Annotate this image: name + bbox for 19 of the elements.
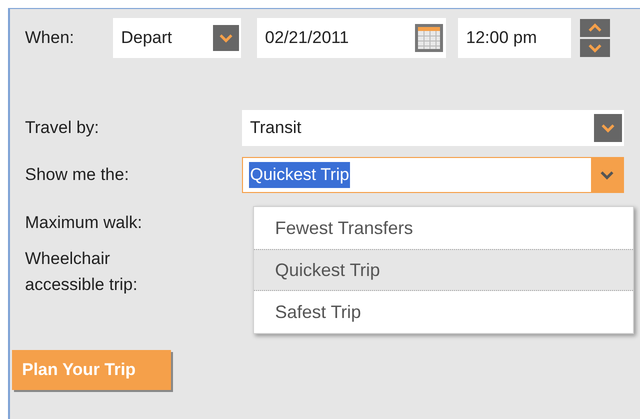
when-label: When: bbox=[25, 27, 76, 50]
dropdown-option[interactable]: Safest Trip bbox=[254, 291, 633, 333]
dropdown-icon[interactable] bbox=[594, 114, 622, 142]
mode-select[interactable]: Depart bbox=[113, 18, 241, 58]
time-field[interactable]: 12:00 pm bbox=[458, 18, 571, 58]
calendar-icon[interactable] bbox=[414, 23, 444, 53]
trip-type-select[interactable]: Quickest Trip bbox=[242, 157, 624, 193]
selected-value: Quickest Trip bbox=[249, 162, 350, 188]
dropdown-option[interactable]: Quickest Trip bbox=[254, 249, 633, 291]
dropdown-option[interactable]: Fewest Transfers bbox=[254, 207, 633, 249]
dropdown-icon[interactable] bbox=[591, 158, 623, 192]
show-me-label: Show me the: bbox=[25, 164, 130, 186]
maximum-walk-label: Maximum walk: bbox=[25, 212, 144, 234]
dropdown-icon[interactable] bbox=[213, 25, 239, 51]
wheelchair-label: Wheelchair accessible trip: bbox=[25, 248, 138, 296]
travel-mode-select[interactable]: Transit bbox=[242, 110, 624, 146]
time-spinner[interactable] bbox=[580, 19, 610, 57]
travel-by-label: Travel by: bbox=[25, 117, 100, 140]
date-field[interactable]: 02/21/2011 bbox=[257, 18, 446, 58]
